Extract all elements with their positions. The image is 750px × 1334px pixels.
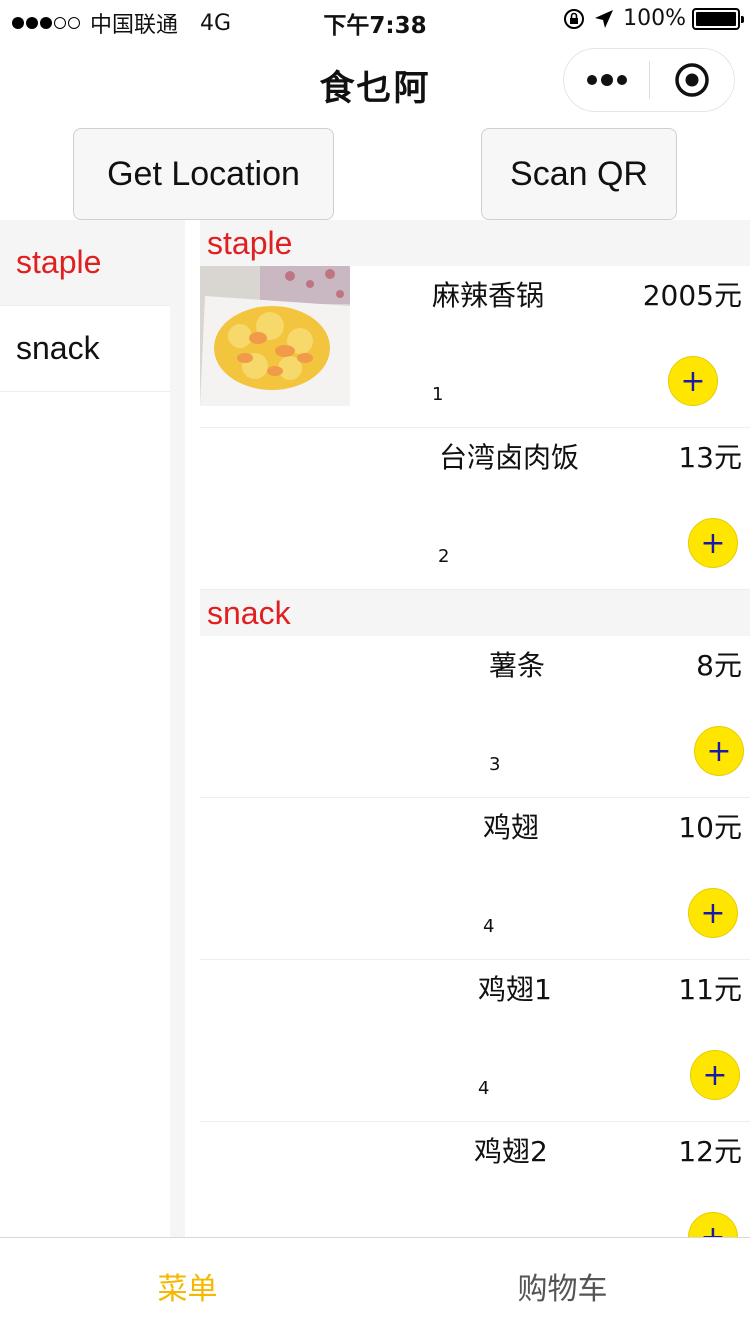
- dish-name: 鸡翅1: [478, 973, 552, 1006]
- dish-price: 10元: [678, 811, 742, 844]
- dish-item: 台湾卤肉饭 13元 2 +: [200, 428, 750, 590]
- add-to-cart-button[interactable]: +: [688, 518, 738, 568]
- orientation-lock-icon: [564, 8, 585, 29]
- status-right: 100%: [563, 6, 744, 31]
- target-close-icon: [675, 63, 709, 97]
- dish-number: 1: [432, 384, 444, 405]
- dish-number: 4: [478, 1078, 490, 1099]
- get-location-button[interactable]: Get Location: [73, 128, 334, 220]
- more-dot-icon: [600, 74, 613, 86]
- tab-menu[interactable]: 菜单: [0, 1238, 375, 1334]
- dish-name: 台湾卤肉饭: [439, 441, 580, 474]
- more-dot-icon: [616, 75, 627, 85]
- dish-item: 薯条 8元 3 +: [200, 636, 750, 798]
- dish-item: 鸡翅2 12元 +: [200, 1122, 750, 1237]
- dish-number: 2: [438, 546, 450, 567]
- dish-image: [200, 266, 350, 406]
- dish-name: 鸡翅: [483, 811, 540, 844]
- dish-item: 鸡翅 10元 4 +: [200, 798, 750, 960]
- scan-qr-button[interactable]: Scan QR: [481, 128, 677, 220]
- add-to-cart-button[interactable]: +: [668, 356, 718, 406]
- dish-item: 麻辣香锅 2005元 1 +: [200, 266, 750, 428]
- dish-name: 鸡翅2: [474, 1135, 548, 1168]
- battery-fill: [696, 11, 736, 26]
- dish-price: 11元: [678, 973, 742, 1006]
- more-button[interactable]: [564, 48, 649, 112]
- dish-price: 12元: [678, 1135, 742, 1168]
- dish-price: 2005元: [642, 279, 742, 312]
- sidebar-item-snack[interactable]: snack: [0, 306, 170, 392]
- dish-name: 麻辣香锅: [432, 279, 545, 312]
- dish-number: 4: [483, 916, 495, 937]
- tab-bar: 菜单 购物车: [0, 1237, 750, 1334]
- location-arrow-icon: [595, 9, 614, 28]
- category-header-snack: snack: [200, 590, 750, 636]
- status-bar: 中国联通 4G 下午7:38 100%: [0, 0, 750, 40]
- category-header-staple: staple: [200, 220, 750, 266]
- category-sidebar: staple snack: [0, 220, 185, 1237]
- add-to-cart-button[interactable]: +: [694, 726, 744, 776]
- dish-item: 鸡翅1 11元 4 +: [200, 960, 750, 1122]
- food-photo-icon: [200, 266, 350, 406]
- more-dot-icon: [586, 75, 597, 85]
- dish-number: 3: [489, 754, 501, 775]
- dish-price: 13元: [678, 441, 742, 474]
- close-button[interactable]: [650, 48, 734, 112]
- add-to-cart-button[interactable]: +: [688, 888, 738, 938]
- battery-icon: [692, 7, 744, 30]
- tab-cart[interactable]: 购物车: [375, 1238, 750, 1334]
- navigation-bar: 食乜阿: [0, 40, 750, 124]
- add-to-cart-button[interactable]: +: [690, 1050, 740, 1100]
- dish-price: 8元: [696, 649, 742, 682]
- dish-name: 薯条: [489, 649, 546, 682]
- sidebar-item-staple[interactable]: staple: [0, 220, 170, 306]
- battery-percent: 100%: [623, 6, 686, 31]
- add-to-cart-button[interactable]: +: [688, 1212, 738, 1237]
- miniprogram-capsule: [563, 48, 735, 112]
- menu-list[interactable]: staple 麻辣香锅 2005元 1 + 台湾卤肉饭 13元 2 + snac…: [200, 220, 750, 1237]
